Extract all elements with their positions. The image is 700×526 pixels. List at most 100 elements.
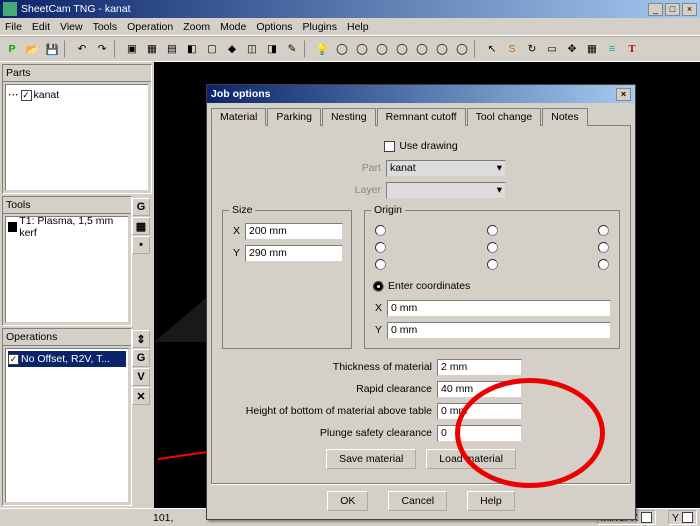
menu-tools[interactable]: Tools <box>93 21 118 33</box>
origin-radio-bc[interactable] <box>487 259 498 270</box>
menu-options[interactable]: Options <box>256 21 292 33</box>
tool-swatch-icon <box>8 222 17 232</box>
cancel-button[interactable]: Cancel <box>388 491 447 511</box>
rapid-label: Rapid clearance <box>222 383 437 395</box>
toolbar-c3-icon[interactable]: ◯ <box>372 39 392 59</box>
toolbar-view5-icon[interactable]: ▢ <box>202 39 222 59</box>
toolbar-move-icon[interactable]: ✥ <box>562 39 582 59</box>
toolbar-line-icon[interactable]: ≡ <box>602 39 622 59</box>
toolbar-view8-icon[interactable]: ◨ <box>262 39 282 59</box>
toolbar-hint-icon[interactable]: 💡 <box>312 39 332 59</box>
toolbar-c2-icon[interactable]: ◯ <box>352 39 372 59</box>
layer-select[interactable]: ▾ <box>386 182 506 199</box>
origin-radio-bl[interactable] <box>375 259 386 270</box>
origin-radio-mc[interactable] <box>487 242 498 253</box>
toolbar-view2-icon[interactable]: ▦ <box>142 39 162 59</box>
parts-item[interactable]: ⋯ ✓ kanat <box>8 87 146 103</box>
menu-mode[interactable]: Mode <box>220 21 246 33</box>
parts-item-checkbox[interactable]: ✓ <box>21 90 32 101</box>
tab-notes[interactable]: Notes <box>542 108 587 126</box>
ops-item-checkbox[interactable]: ✓ <box>8 354 19 365</box>
tab-toolchange[interactable]: Tool change <box>467 108 542 126</box>
operations-panel: Operations ✓ No Offset, R2V, T... <box>2 328 132 506</box>
tab-material[interactable]: Material <box>211 108 266 126</box>
use-drawing-label: Use drawing <box>399 140 457 152</box>
tools-item[interactable]: T1: Plasma, 1,5 mm kerf <box>8 219 126 235</box>
left-column: Parts ⋯ ✓ kanat Tools T1: Plasma, 1,5 mm… <box>0 62 154 508</box>
toolbar-view3-icon[interactable]: ▤ <box>162 39 182 59</box>
origin-radio-tc[interactable] <box>487 225 498 236</box>
origin-radio-tr[interactable] <box>598 225 609 236</box>
toolbar-view4-icon[interactable]: ◧ <box>182 39 202 59</box>
menu-view[interactable]: View <box>60 21 83 33</box>
close-button[interactable]: × <box>682 3 697 16</box>
ops-btn-delete[interactable]: ✕ <box>132 387 150 405</box>
origin-group-label: Origin <box>371 204 405 216</box>
toolbar-s-icon[interactable]: S <box>502 39 522 59</box>
toolbar-redo-icon[interactable]: ↷ <box>92 39 112 59</box>
toolbar-c1-icon[interactable]: ◯ <box>332 39 352 59</box>
maximize-button[interactable]: □ <box>665 3 680 16</box>
tab-parking[interactable]: Parking <box>267 108 321 126</box>
toolbar-sel-icon[interactable]: ▭ <box>542 39 562 59</box>
toolbar-open-icon[interactable]: 📂 <box>22 39 42 59</box>
toolbar-c7-icon[interactable]: ◯ <box>452 39 472 59</box>
dialog-close-button[interactable]: × <box>616 88 631 101</box>
size-x-input[interactable]: 200 mm <box>245 223 343 240</box>
size-y-input[interactable]: 290 mm <box>245 245 343 262</box>
menu-zoom[interactable]: Zoom <box>183 21 210 33</box>
origin-radio-ml[interactable] <box>375 242 386 253</box>
operations-panel-title: Operations <box>3 329 131 346</box>
tools-btn-dot[interactable]: • <box>132 236 150 254</box>
toolbar-rot-icon[interactable]: ↻ <box>522 39 542 59</box>
load-material-button[interactable]: Load material <box>426 449 516 469</box>
menu-plugins[interactable]: Plugins <box>303 21 337 33</box>
origin-radio-br[interactable] <box>598 259 609 270</box>
toolbar-undo-icon[interactable]: ↶ <box>72 39 92 59</box>
ok-button[interactable]: OK <box>327 491 368 511</box>
tab-remnant[interactable]: Remnant cutoff <box>377 108 466 126</box>
toolbar-view1-icon[interactable]: ▣ <box>122 39 142 59</box>
toolbar-view7-icon[interactable]: ◫ <box>242 39 262 59</box>
origin-radio-coords[interactable] <box>373 281 384 292</box>
part-select[interactable]: kanat▾ <box>386 160 506 177</box>
toolbar-save-icon[interactable]: 💾 <box>42 39 62 59</box>
tools-btn-g[interactable]: G <box>132 198 150 216</box>
toolbar-c6-icon[interactable]: ◯ <box>432 39 452 59</box>
origin-radio-mr[interactable] <box>598 242 609 253</box>
toolbar-c4-icon[interactable]: ◯ <box>392 39 412 59</box>
menu-edit[interactable]: Edit <box>32 21 50 33</box>
tab-nesting[interactable]: Nesting <box>322 108 376 126</box>
toolbar-view6-icon[interactable]: ◆ <box>222 39 242 59</box>
ops-btn-g[interactable]: G <box>132 349 150 367</box>
origin-radio-tl[interactable] <box>375 225 386 236</box>
origin-y-input[interactable]: 0 mm <box>387 322 611 339</box>
status-coords: 101, <box>153 512 173 524</box>
tools-btn-grid[interactable]: ▦ <box>132 217 150 235</box>
toolbar-arrow-icon[interactable]: ↖ <box>482 39 502 59</box>
toolbar-pencil-icon[interactable]: ✎ <box>282 39 302 59</box>
ops-btn-updown[interactable]: ⇕ <box>132 330 150 348</box>
help-button[interactable]: Help <box>467 491 515 511</box>
tools-item-label: T1: Plasma, 1,5 mm kerf <box>19 216 126 239</box>
ops-item[interactable]: ✓ No Offset, R2V, T... <box>8 351 126 367</box>
menu-operation[interactable]: Operation <box>127 21 173 33</box>
menu-help[interactable]: Help <box>347 21 369 33</box>
rapid-input[interactable]: 40 mm <box>437 381 522 398</box>
toolbar-c5-icon[interactable]: ◯ <box>412 39 432 59</box>
origin-y-label: Y <box>373 324 387 336</box>
save-material-button[interactable]: Save material <box>326 449 416 469</box>
minimize-button[interactable]: _ <box>648 3 663 16</box>
menu-file[interactable]: File <box>5 21 22 33</box>
toolbar-post-icon[interactable]: P <box>2 39 22 59</box>
thickness-input[interactable]: 2 mm <box>437 359 522 376</box>
toolbar-text-icon[interactable]: T <box>622 39 642 59</box>
window-title: SheetCam TNG - kanat <box>21 3 131 15</box>
toolbar-grid-icon[interactable]: ▦ <box>582 39 602 59</box>
ops-btn-v[interactable]: V <box>132 368 150 386</box>
use-drawing-checkbox[interactable] <box>384 141 395 152</box>
status-y[interactable]: Y <box>668 510 697 525</box>
height-input[interactable]: 0 mm <box>437 403 522 420</box>
origin-x-input[interactable]: 0 mm <box>387 300 611 317</box>
plunge-input[interactable]: 0 <box>437 425 522 442</box>
